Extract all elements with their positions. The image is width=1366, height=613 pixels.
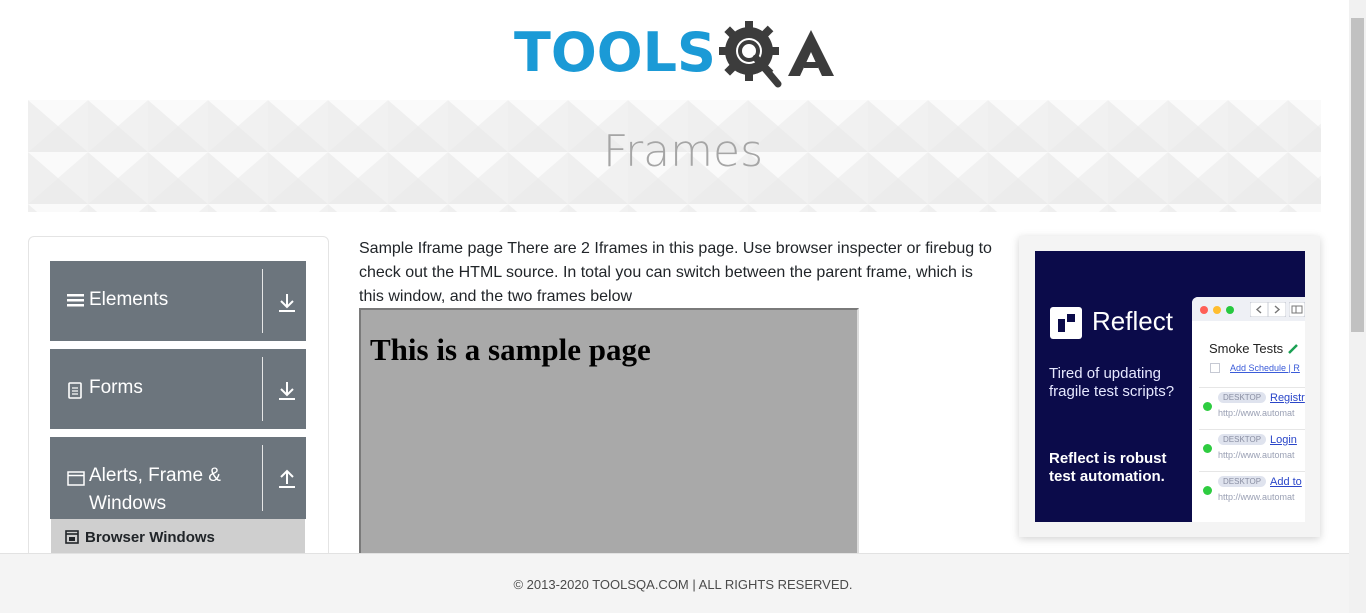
footer-copyright: © 2013-2020 TOOLSQA.COM | ALL RIGHTS RES… (513, 577, 853, 592)
add-schedule-link: Add Schedule | R (1230, 363, 1300, 373)
sidebar-item-label: Browser Windows (85, 529, 215, 546)
status-dot-icon (1203, 444, 1212, 453)
site-logo[interactable]: TOOLS (514, 16, 836, 90)
close-dot-icon (1200, 306, 1208, 314)
sample-iframe[interactable]: This is a sample page (359, 308, 859, 568)
gear-magnifier-icon (718, 21, 782, 88)
sidebar-group-label: Alerts, Frame & Windows (89, 465, 221, 514)
test-url: http://www.automat (1218, 408, 1295, 418)
iframe-heading: This is a sample page (370, 332, 651, 367)
reflect-ad[interactable]: Reflect Tired of updating fragile test s… (1035, 251, 1305, 522)
window-title: Smoke Tests (1209, 341, 1284, 356)
download-arrow-icon[interactable] (278, 381, 296, 401)
ad-container: Reflect Tired of updating fragile test s… (1019, 236, 1320, 537)
nav-arrows-icon (1250, 302, 1286, 317)
reflect-logo-icon (1050, 307, 1082, 339)
test-name: Login (1270, 434, 1297, 446)
test-name: Add to (1270, 476, 1302, 488)
intro-text: Sample Iframe page There are 2 Iframes i… (359, 240, 992, 305)
scrollbar-thumb[interactable] (1351, 18, 1364, 332)
hamburger-icon (67, 294, 84, 307)
platform-tag: DESKTOP (1218, 476, 1267, 487)
test-name: Registr (1270, 392, 1305, 404)
test-url: http://www.automat (1218, 492, 1295, 502)
sidebar-group-alerts-frame-windows[interactable]: Alerts, Frame & Windows (50, 437, 306, 519)
window-titlebar (1192, 297, 1305, 321)
sidebar-group-forms[interactable]: Forms (50, 349, 306, 429)
minimize-dot-icon (1213, 306, 1221, 314)
sidebar-group-label: Forms (89, 377, 143, 398)
platform-tag: DESKTOP (1218, 434, 1267, 445)
upload-arrow-icon[interactable] (278, 469, 296, 489)
divider (262, 269, 263, 333)
page-title: Frames (602, 126, 763, 177)
browser-icon (65, 530, 79, 544)
ad-brand-name: Reflect (1092, 306, 1173, 336)
test-row: DESKTOP Registr http://www.automat (1199, 387, 1305, 427)
ad-tagline: Tired of updating fragile test scripts? (1049, 365, 1175, 400)
calendar-icon (1210, 363, 1220, 373)
download-arrow-icon[interactable] (278, 293, 296, 313)
pencil-icon (1288, 344, 1298, 354)
page: TOOLS Frames Elements Forms Alerts, Fram… (0, 0, 1366, 613)
sidebar-group-label: Elements (89, 289, 169, 310)
window-icon (67, 471, 85, 486)
platform-tag: DESKTOP (1218, 392, 1267, 403)
divider (262, 357, 263, 421)
logo-tools-text: TOOLS (514, 21, 716, 84)
sidebar-toggle-icon (1289, 302, 1305, 317)
maximize-dot-icon (1226, 306, 1234, 314)
document-icon (68, 382, 82, 399)
test-row: DESKTOP Add to http://www.automat (1199, 471, 1305, 511)
status-dot-icon (1203, 486, 1212, 495)
test-row: DESKTOP Login http://www.automat (1199, 429, 1305, 469)
footer: © 2013-2020 TOOLSQA.COM | ALL RIGHTS RES… (0, 553, 1366, 613)
divider (262, 445, 263, 511)
page-scrollbar[interactable] (1349, 0, 1366, 613)
test-url: http://www.automat (1218, 450, 1295, 460)
sidebar-group-elements[interactable]: Elements (50, 261, 306, 341)
ad-app-window: Smoke Tests Add Schedule | R DESKTOP Reg… (1192, 297, 1305, 522)
logo-qa-a-glyph (787, 30, 834, 76)
status-dot-icon (1203, 402, 1212, 411)
ad-pitch: Reflect is robust test automation. (1049, 450, 1167, 485)
